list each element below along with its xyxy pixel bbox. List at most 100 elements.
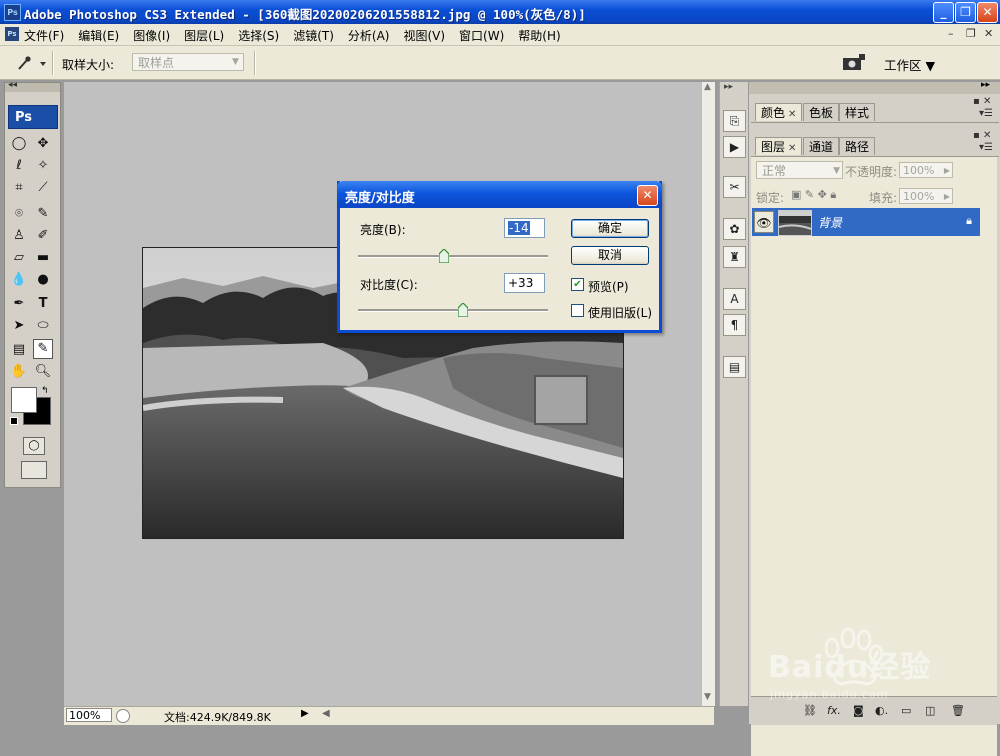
brush-tool-icon[interactable]: ✎ <box>33 205 53 223</box>
tab-color[interactable]: 颜色 ✕ <box>755 103 803 121</box>
doc-close-button[interactable]: ✕ <box>984 27 993 40</box>
contrast-slider-track[interactable] <box>358 309 548 312</box>
menu-analysis[interactable]: 分析(A) <box>348 27 397 44</box>
healing-brush-tool-icon[interactable]: ⌾ <box>9 205 29 223</box>
menu-image[interactable]: 图像(I) <box>133 27 177 44</box>
contrast-slider-thumb[interactable] <box>458 303 469 317</box>
panel-menu-icon[interactable]: ▾☰ <box>979 108 993 119</box>
cancel-button[interactable]: 取消 <box>571 246 649 265</box>
collapse-icon[interactable]: ◂◂ <box>8 80 17 90</box>
fill-field[interactable]: 100% ▶ <box>899 188 953 204</box>
sample-size-select[interactable]: 取样点 ▼ <box>132 53 244 71</box>
maximize-button[interactable]: ❐ <box>955 2 976 23</box>
marquee-tool-icon[interactable]: ◯ <box>9 135 29 153</box>
brushes-panel-icon[interactable]: ✿ <box>723 218 746 240</box>
crop-tool-icon[interactable]: ⌗ <box>9 179 29 197</box>
menu-edit[interactable]: 编辑(E) <box>78 27 126 44</box>
tab-styles[interactable]: 样式 <box>839 103 876 121</box>
menu-view[interactable]: 视图(V) <box>403 27 452 44</box>
scroll-up-icon[interactable]: ▲ <box>704 82 711 92</box>
pen-tool-icon[interactable]: ✒ <box>9 295 29 313</box>
blend-mode-select[interactable]: 正常 ▼ <box>756 161 843 179</box>
ellipse-shape-tool-icon[interactable]: ⬭ <box>33 317 53 335</box>
panel-close-icon[interactable]: ✕ <box>983 130 991 141</box>
blur-tool-icon[interactable]: 💧 <box>9 271 29 289</box>
dodge-tool-icon[interactable]: ● <box>33 271 53 289</box>
workspace-button[interactable]: 工作区 ▼ <box>884 55 935 74</box>
zoom-tool-icon[interactable]: 🔍︎ <box>33 363 53 381</box>
layer-comps-icon[interactable]: ▤ <box>723 356 746 378</box>
tab-channels[interactable]: 通道 <box>803 137 840 155</box>
doc-minimize-button[interactable]: – <box>948 27 954 40</box>
screen-mode-icon[interactable] <box>21 461 47 479</box>
lock-options-icon[interactable]: ▣ ✎ ✥ 🔒︎ <box>791 188 836 202</box>
dock-collapse-icon[interactable]: ▸▸ <box>724 82 733 92</box>
tab-layers[interactable]: 图层 ✕ <box>755 137 803 155</box>
contrast-input[interactable]: +33 <box>504 273 545 293</box>
clone-source-icon[interactable]: ♜ <box>723 246 746 268</box>
slice-tool-icon[interactable]: ⟋ <box>33 179 53 197</box>
menu-select[interactable]: 选择(S) <box>238 27 286 44</box>
menu-layer[interactable]: 图层(L) <box>184 27 231 44</box>
document-icon[interactable]: Ps <box>5 27 19 41</box>
character-panel-icon[interactable]: A <box>723 288 746 310</box>
vertical-scrollbar[interactable]: ▲ ▼ <box>701 82 715 706</box>
ps-logo[interactable]: Ps <box>8 105 58 129</box>
status-info-icon[interactable] <box>116 709 130 723</box>
legacy-checkbox[interactable] <box>571 304 584 317</box>
delete-layer-icon[interactable]: 🗑︎ <box>951 704 965 717</box>
tab-swatches[interactable]: 色板 <box>803 103 840 121</box>
layer-row-background[interactable]: 👁︎ 背景 🔒︎ <box>752 208 980 236</box>
paragraph-panel-icon[interactable]: ¶ <box>723 314 746 336</box>
panels-header[interactable]: ▸▸ <box>749 80 1000 94</box>
path-selection-tool-icon[interactable]: ➤ <box>9 317 29 335</box>
gradient-tool-icon[interactable]: ▬ <box>33 249 53 267</box>
preview-checkbox[interactable]: ✔ <box>571 278 584 291</box>
status-menu-arrow-icon[interactable]: ▶ <box>301 708 309 719</box>
clone-stamp-tool-icon[interactable]: ♙ <box>9 227 29 245</box>
menu-filter[interactable]: 滤镜(T) <box>293 27 341 44</box>
zoom-level-field[interactable]: 100% <box>66 708 112 722</box>
menu-window[interactable]: 窗口(W) <box>459 27 511 44</box>
panel-close-icon[interactable]: ✕ <box>983 96 991 107</box>
dialog-titlebar[interactable]: 亮度/对比度 ✕ <box>337 181 662 208</box>
opacity-field[interactable]: 100% ▶ <box>899 162 953 178</box>
tab-paths[interactable]: 路径 <box>839 137 876 155</box>
eyedropper-tool-icon[interactable]: ✎ <box>33 339 53 359</box>
brightness-slider-thumb[interactable] <box>439 249 450 263</box>
magic-wand-tool-icon[interactable]: ✧ <box>33 157 53 175</box>
quick-mask-icon[interactable]: ◯ <box>23 437 45 455</box>
brightness-input[interactable]: -14 <box>504 218 545 238</box>
brightness-slider-track[interactable] <box>358 255 548 258</box>
close-icon[interactable]: ✕ <box>788 143 796 154</box>
dialog-close-button[interactable]: ✕ <box>637 185 658 206</box>
move-tool-icon[interactable]: ✥ <box>33 135 53 153</box>
visibility-eye-icon[interactable]: 👁︎ <box>754 211 774 233</box>
close-button[interactable]: ✕ <box>977 2 998 23</box>
lasso-tool-icon[interactable]: ℓ <box>9 157 29 175</box>
menu-file[interactable]: 文件(F) <box>24 27 71 44</box>
ok-button[interactable]: 确定 <box>571 219 649 238</box>
menu-help[interactable]: 帮助(H) <box>518 27 567 44</box>
history-brush-tool-icon[interactable]: ✐ <box>33 227 53 245</box>
eraser-tool-icon[interactable]: ▱ <box>9 249 29 267</box>
tools-panel-header[interactable]: ◂◂ <box>5 80 60 92</box>
swap-colors-icon[interactable]: ↰ <box>41 386 49 396</box>
notes-tool-icon[interactable]: ▤ <box>9 341 29 359</box>
scroll-left-icon[interactable]: ◀ <box>322 708 330 719</box>
history-panel-icon[interactable]: ⎘ <box>723 110 746 132</box>
panel-minimize-icon[interactable]: ▪ <box>973 130 980 141</box>
close-icon[interactable]: ✕ <box>788 109 796 120</box>
scroll-down-icon[interactable]: ▼ <box>704 692 711 702</box>
eyedropper-icon[interactable] <box>14 54 48 72</box>
type-tool-icon[interactable]: T <box>33 295 53 313</box>
panel-minimize-icon[interactable]: ▪ <box>973 96 980 107</box>
actions-panel-icon[interactable]: ▶ <box>723 136 746 158</box>
foreground-color-swatch[interactable] <box>11 387 37 413</box>
minimize-button[interactable]: _ <box>933 2 954 23</box>
bridge-icon[interactable] <box>842 53 866 71</box>
tool-presets-icon[interactable]: ✂ <box>723 176 746 198</box>
doc-restore-button[interactable]: ❐ <box>966 27 976 40</box>
panel-menu-icon[interactable]: ▾☰ <box>979 142 993 153</box>
hand-tool-icon[interactable]: ✋ <box>9 363 29 381</box>
